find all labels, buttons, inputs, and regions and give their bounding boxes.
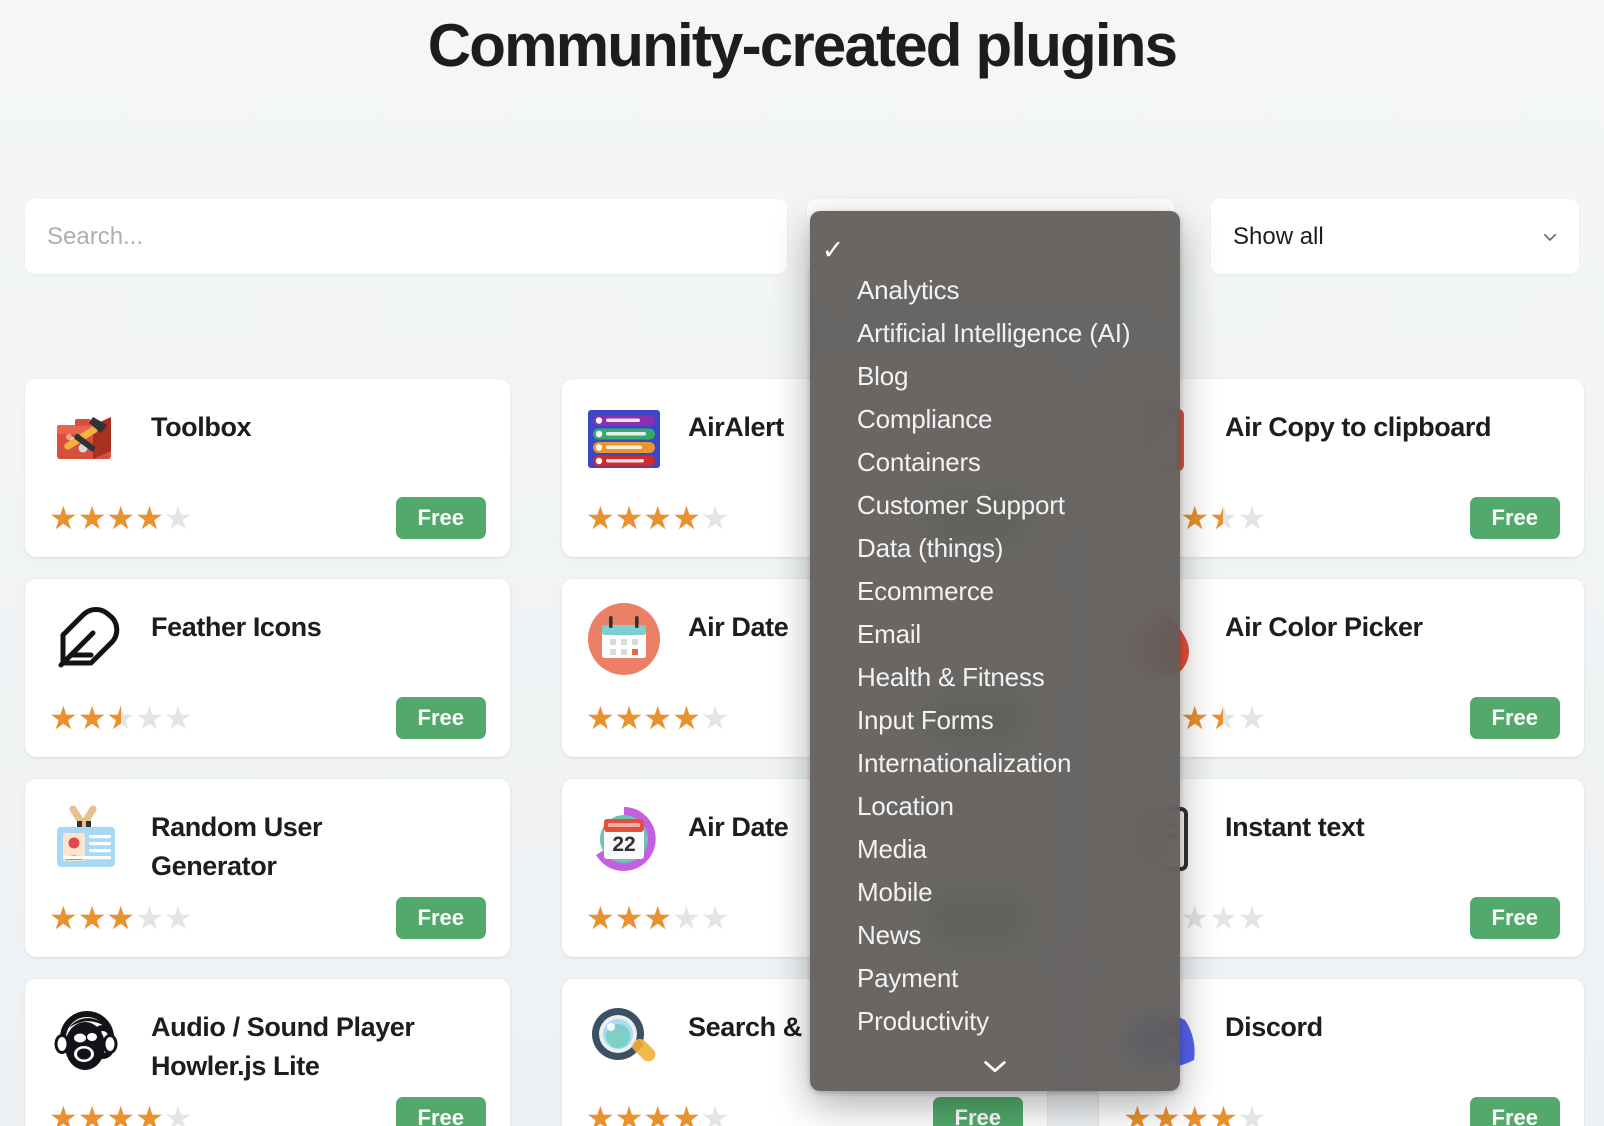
dropdown-item[interactable]: Productivity (810, 1000, 1180, 1043)
page-title: Community-created plugins (427, 12, 1178, 79)
plugin-name: Air Date (688, 612, 789, 642)
plugins-page: Community-created plugins Show all (0, 0, 1604, 1126)
price-badge: Free (1469, 496, 1560, 539)
category-dropdown-menu[interactable]: ✓ Analytics Artificial Intelligence (AI) B… (810, 211, 1180, 1091)
airalert-icon (586, 401, 662, 477)
dropdown-item[interactable]: Media (810, 828, 1180, 871)
dropdown-item[interactable]: Ecommerce (810, 570, 1180, 613)
show-all-select[interactable]: Show all (1211, 199, 1579, 274)
price-badge: Free (1469, 696, 1560, 739)
plugin-name: Toolbox (151, 412, 252, 442)
dropdown-item[interactable]: Artificial Intelligence (AI) (810, 312, 1180, 355)
rating-stars: ★★★★★★★★★★ (586, 499, 730, 536)
plugin-card-footer: ★★★★★★★★★★ Free (586, 1096, 1023, 1126)
dropdown-item[interactable]: Health & Fitness (810, 656, 1180, 699)
calendar-22-icon: 22 (586, 801, 662, 877)
feather-icon (49, 601, 125, 677)
filter-bar: Show all (25, 199, 1579, 274)
plugin-card-footer: ★★★★★★★★★★ Free (49, 896, 486, 939)
rating-stars: ★★★★★★★★★★ (586, 1099, 730, 1126)
plugin-name: Random User Generator (151, 812, 323, 882)
checkmark-icon: ✓ (821, 234, 845, 265)
plugin-name: Feather Icons (151, 612, 322, 642)
toolbox-icon (49, 401, 125, 477)
howler-headphones-icon (49, 1001, 125, 1077)
plugin-name: Audio / Sound Player Howler.js Lite (151, 1012, 415, 1082)
plugin-card-grid: Toolbox ★★★★★★★★★★ Free AirAlert ★★★★★★★★★★… (25, 379, 1584, 1126)
plugin-card-header: Air Color Picker (1123, 601, 1560, 677)
plugin-card-header: Audio / Sound Player Howler.js Lite (49, 1001, 486, 1086)
dropdown-scroll-down-icon[interactable] (810, 1049, 1180, 1083)
dropdown-item[interactable]: Data (things) (810, 527, 1180, 570)
plugin-name: Air Color Picker (1225, 612, 1423, 642)
plugin-card-header: Toolbox (49, 401, 486, 477)
plugin-card[interactable]: Feather Icons ★★★★★★★★★★ Free (25, 579, 510, 757)
price-badge: Free (395, 896, 486, 939)
price-badge: Free (395, 496, 486, 539)
dropdown-selected-row[interactable]: ✓ (810, 229, 1180, 271)
rating-stars: ★★★★★★★★★★ (586, 899, 730, 936)
dropdown-item[interactable]: Customer Support (810, 484, 1180, 527)
calendar-circle-icon (586, 601, 662, 677)
search-input[interactable] (25, 199, 787, 274)
plugin-card-header: Discord (1123, 1001, 1560, 1077)
svg-text:22: 22 (612, 833, 635, 856)
id-card-icon (49, 801, 125, 877)
show-all-select-value: Show all (1233, 222, 1324, 250)
plugin-name: Discord (1225, 1012, 1323, 1042)
plugin-name: AirAlert (688, 412, 784, 442)
magnifier-icon (586, 1001, 662, 1077)
plugin-card[interactable]: Toolbox ★★★★★★★★★★ Free (25, 379, 510, 557)
dropdown-item-list: Analytics Artificial Intelligence (AI) Blo… (810, 269, 1180, 1043)
plugin-name: Instant text (1225, 812, 1365, 842)
rating-stars: ★★★★★★★★★★ (49, 499, 193, 536)
plugin-card-footer: ★★★★★★★★★★ Free (49, 496, 486, 539)
rating-stars: ★★★★★★★★★★ (1123, 1099, 1267, 1126)
plugin-card-footer: ★★★★★★★★★★Free (1123, 896, 1560, 939)
plugin-card-footer: ★★★★★★★★★★ Free (49, 1096, 486, 1126)
price-badge: Free (1469, 896, 1560, 939)
dropdown-item[interactable]: Input Forms (810, 699, 1180, 742)
plugin-card-footer: ★★★★★★★★★★Free (1123, 696, 1560, 739)
chevron-down-icon (1541, 228, 1559, 246)
dropdown-item[interactable]: Compliance (810, 398, 1180, 441)
plugin-card-header: Random User Generator (49, 801, 486, 886)
dropdown-item[interactable]: Containers (810, 441, 1180, 484)
dropdown-item[interactable]: Mobile (810, 871, 1180, 914)
plugin-name: Search & (688, 1012, 802, 1042)
price-badge: Free (395, 696, 486, 739)
plugin-card-header: Instant text (1123, 801, 1560, 877)
dropdown-item[interactable]: Location (810, 785, 1180, 828)
price-badge: Free (932, 1096, 1023, 1126)
plugin-card-header: Feather Icons (49, 601, 486, 677)
rating-stars: ★★★★★★★★★★ (586, 699, 730, 736)
dropdown-item[interactable]: Blog (810, 355, 1180, 398)
dropdown-item[interactable]: Internationalization (810, 742, 1180, 785)
plugin-card[interactable]: Random User Generator ★★★★★★★★★★ Free (25, 779, 510, 957)
rating-stars: ★★★★★★★★★★ (49, 1099, 193, 1126)
plugin-card-footer: ★★★★★★★★★★Free (1123, 496, 1560, 539)
price-badge: Free (395, 1096, 486, 1126)
plugin-card-footer: ★★★★★★★★★★ Free (1123, 1096, 1560, 1126)
plugin-name: Air Copy to clipboard (1225, 412, 1492, 442)
dropdown-item[interactable]: News (810, 914, 1180, 957)
price-badge: Free (1469, 1096, 1560, 1126)
rating-stars: ★★★★★★★★★★ (49, 899, 193, 936)
dropdown-item[interactable]: Payment (810, 957, 1180, 1000)
rating-stars: ★★★★★★★★★★ (49, 699, 193, 736)
plugin-name: Air Date (688, 812, 789, 842)
dropdown-item[interactable]: Analytics (810, 269, 1180, 312)
plugin-card-footer: ★★★★★★★★★★ Free (49, 696, 486, 739)
dropdown-item[interactable]: Email (810, 613, 1180, 656)
plugin-card-header: Air Copy to clipboard (1123, 401, 1560, 477)
plugin-card[interactable]: Audio / Sound Player Howler.js Lite ★★★★★… (25, 979, 510, 1126)
